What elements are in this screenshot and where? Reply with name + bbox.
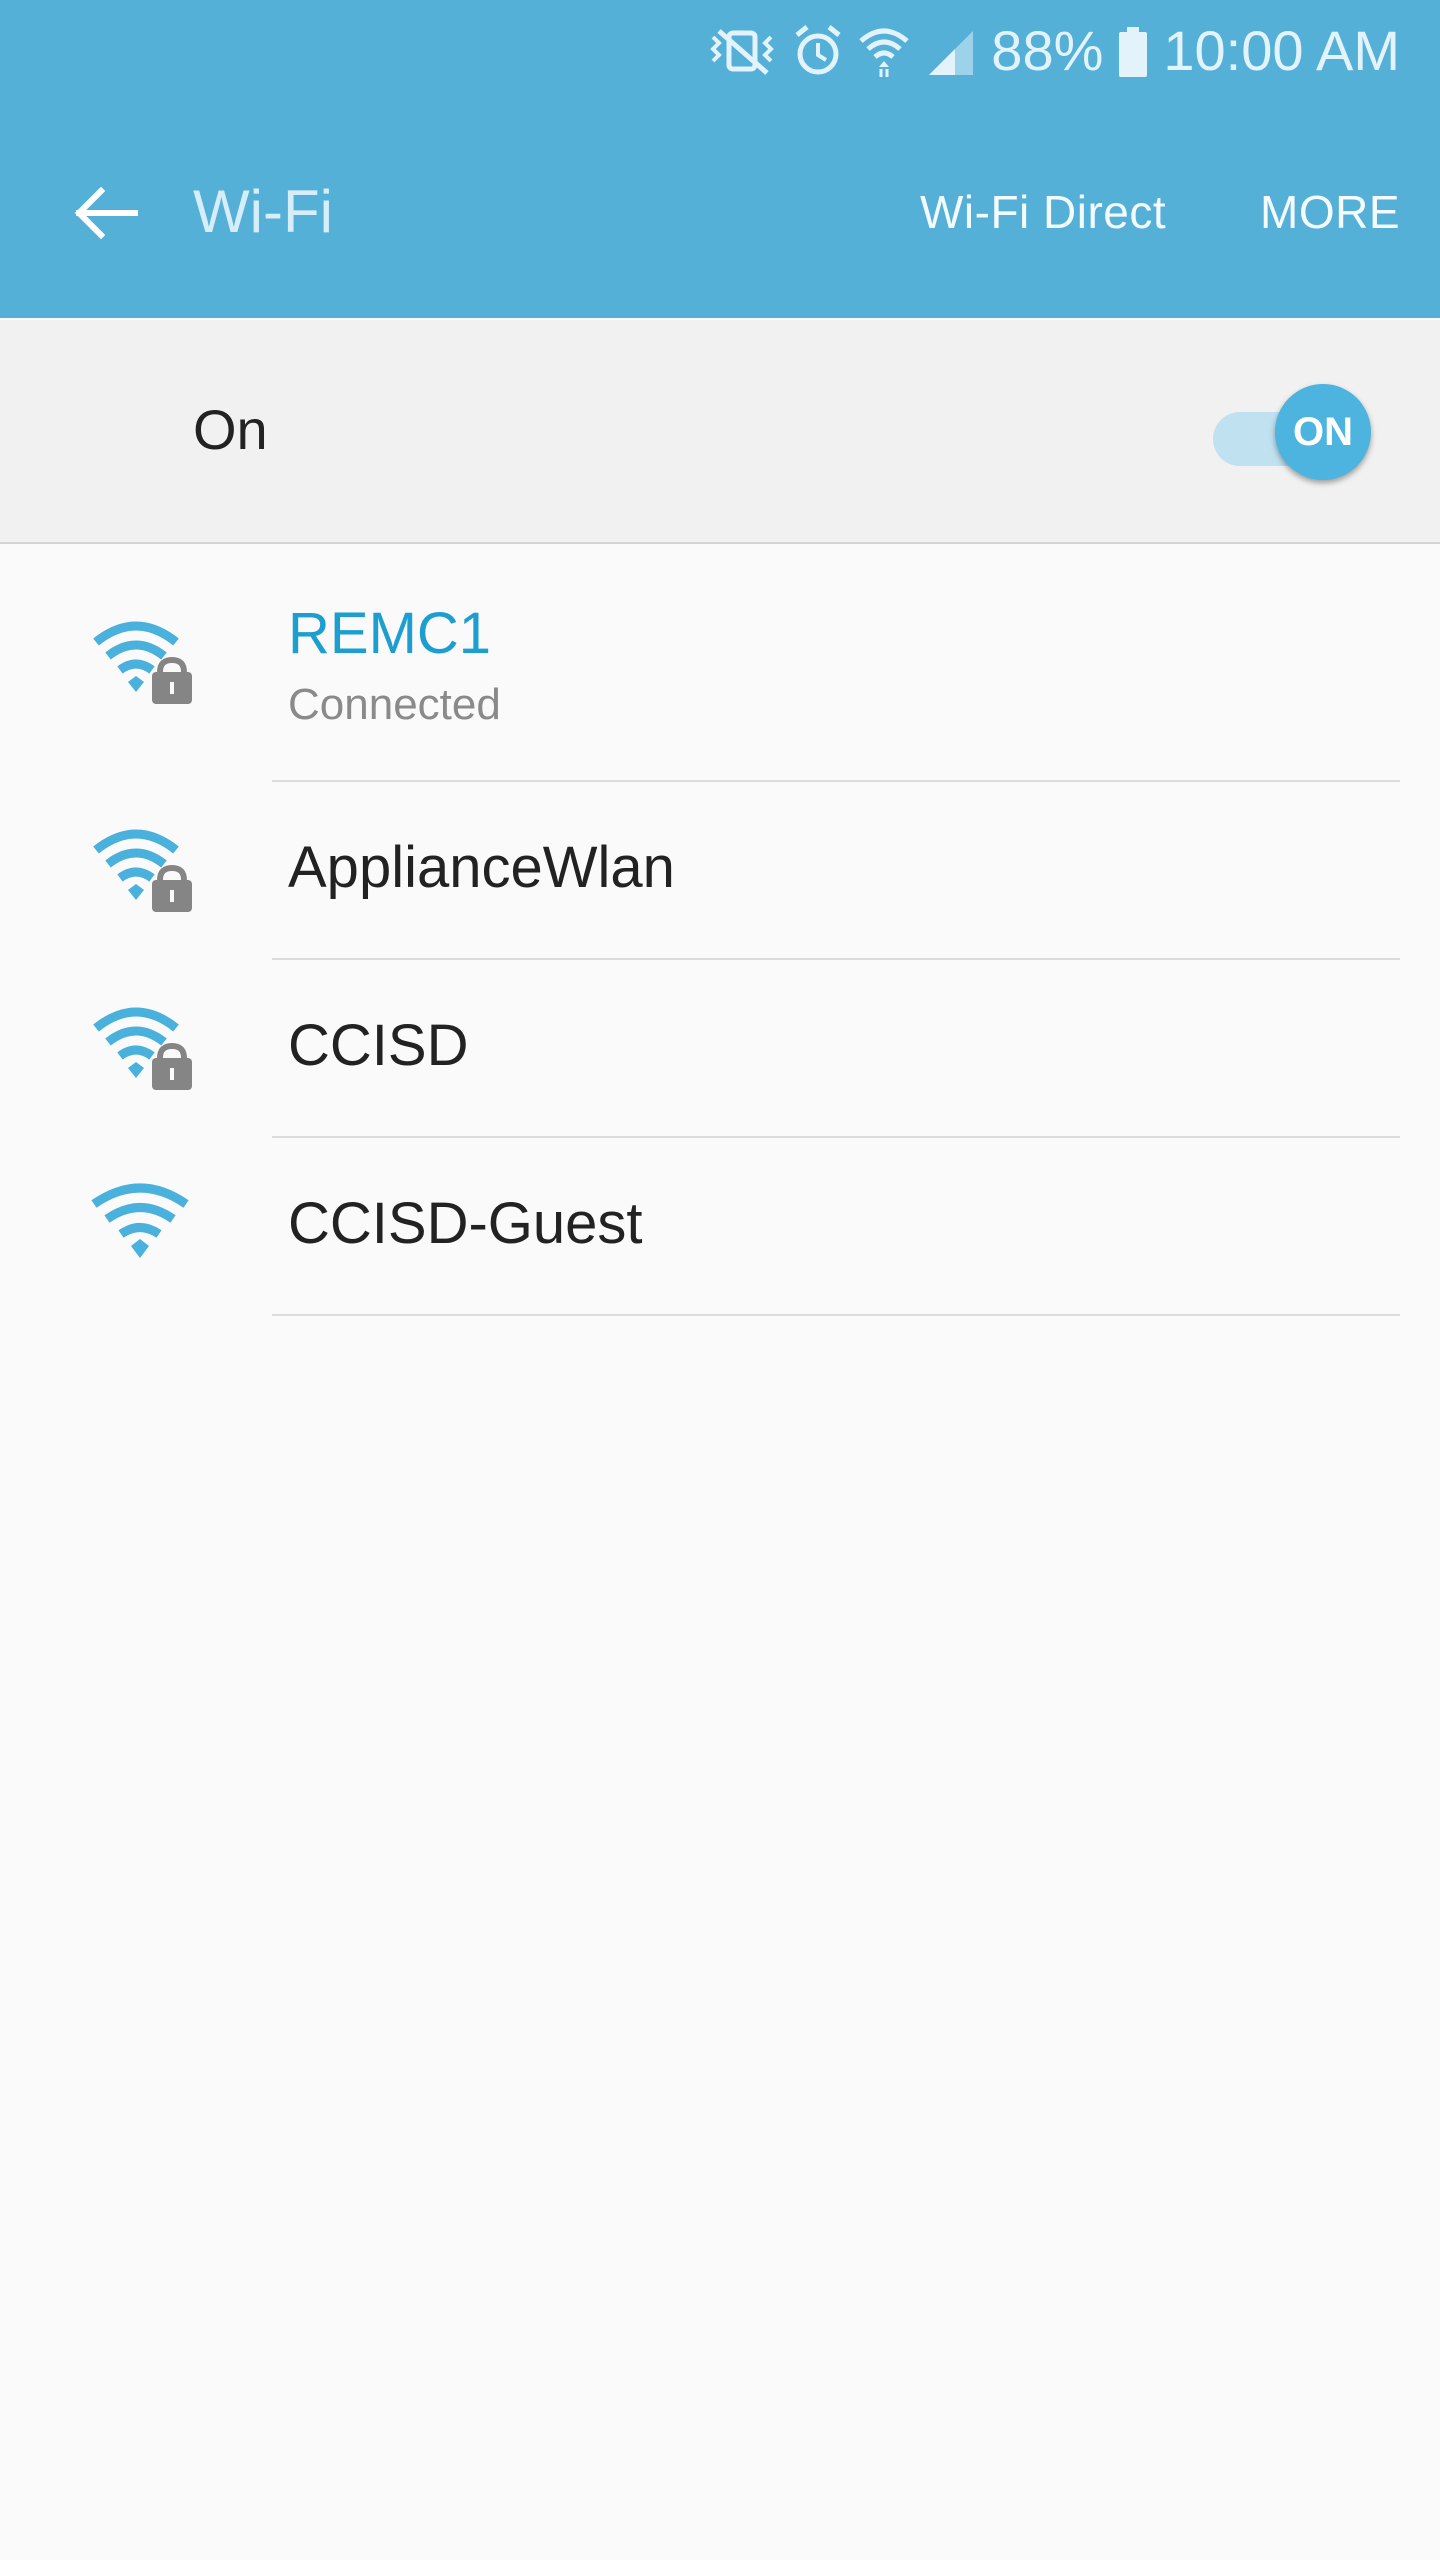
arrow-left-icon bbox=[71, 183, 141, 248]
clock: 10:00 AM bbox=[1163, 19, 1400, 82]
network-status: Connected bbox=[288, 680, 501, 729]
network-item-appliancewlan[interactable]: ApplianceWlan bbox=[0, 782, 1440, 960]
toggle-knob: ON bbox=[1275, 384, 1371, 480]
wifi-locked-icon bbox=[88, 604, 204, 720]
wifi-master-switch-row[interactable]: On ON bbox=[0, 320, 1440, 544]
wifi-toggle[interactable]: ON bbox=[1213, 384, 1375, 484]
more-button[interactable]: MORE bbox=[1260, 172, 1400, 252]
battery-icon bbox=[1117, 23, 1149, 79]
network-name: CCISD-Guest bbox=[288, 1191, 643, 1256]
wifi-open-icon bbox=[88, 1168, 204, 1284]
cell-signal-icon bbox=[925, 23, 977, 79]
alarm-icon bbox=[793, 23, 843, 79]
vibrate-mute-icon bbox=[705, 23, 779, 79]
network-item-ccisd-guest[interactable]: CCISD-Guest bbox=[0, 1138, 1440, 1316]
wifi-direct-button[interactable]: Wi-Fi Direct bbox=[920, 172, 1166, 252]
network-list: REMC1 Connected ApplianceWlan CCISD CCIS… bbox=[0, 544, 1440, 1316]
app-bar: 88% 10:00 AM Wi-Fi Wi-Fi Direct MORE bbox=[0, 0, 1440, 318]
divider bbox=[272, 1314, 1400, 1316]
wifi-locked-icon bbox=[88, 990, 204, 1106]
wifi-state-label: On bbox=[193, 398, 268, 461]
back-button[interactable] bbox=[56, 165, 156, 265]
battery-percent: 88% bbox=[991, 19, 1104, 82]
status-bar: 88% 10:00 AM bbox=[705, 18, 1400, 84]
wifi-locked-icon bbox=[88, 812, 204, 928]
page-title: Wi-Fi bbox=[193, 178, 333, 245]
wifi-status-icon bbox=[857, 23, 911, 79]
network-item-ccisd[interactable]: CCISD bbox=[0, 960, 1440, 1138]
network-name: CCISD bbox=[288, 1013, 469, 1078]
network-name: REMC1 bbox=[288, 601, 492, 666]
network-name: ApplianceWlan bbox=[288, 835, 675, 900]
network-item-remc1[interactable]: REMC1 Connected bbox=[0, 544, 1440, 782]
